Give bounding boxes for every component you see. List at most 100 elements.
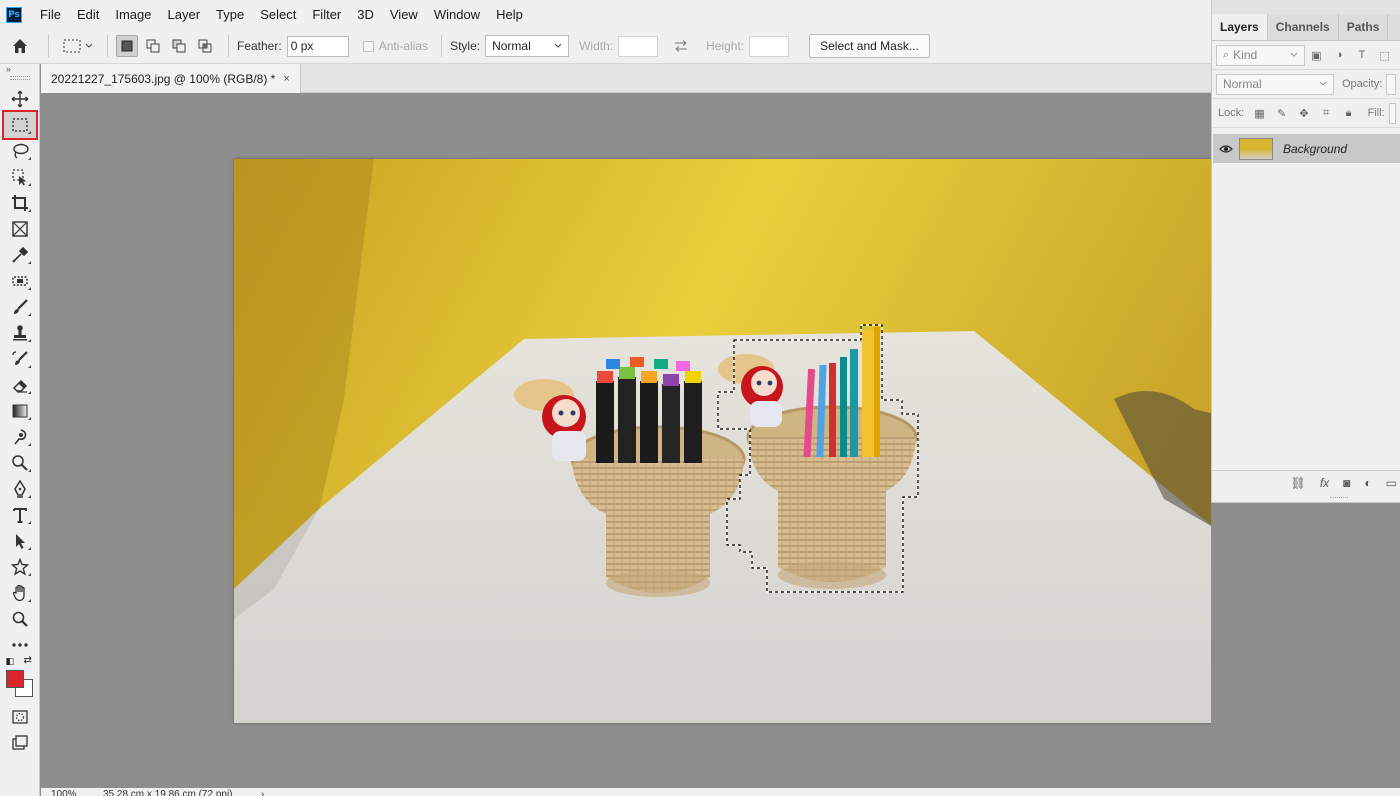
menu-type[interactable]: Type	[208, 0, 252, 29]
menu-layer[interactable]: Layer	[160, 0, 209, 29]
spot-healing-tool[interactable]	[4, 268, 36, 294]
tool-group-indicator	[27, 469, 31, 472]
history-brush-tool[interactable]	[4, 346, 36, 372]
add-to-selection-button[interactable]	[142, 35, 164, 57]
marquee-preset-icon	[63, 39, 81, 53]
menu-help[interactable]: Help	[488, 0, 531, 29]
clone-stamp-tool[interactable]	[4, 320, 36, 346]
subtract-selection-icon	[172, 39, 186, 53]
shape-tool[interactable]	[4, 554, 36, 580]
path-selection-icon	[15, 534, 25, 549]
menu-3d[interactable]: 3D	[349, 0, 382, 29]
dodge-tool[interactable]	[4, 450, 36, 476]
hand-tool[interactable]	[4, 580, 36, 606]
document-tab[interactable]: 20221227_175603.jpg @ 100% (RGB/8) * ×	[41, 64, 301, 93]
lock-artboard-icon[interactable]: ⌗	[1320, 106, 1332, 120]
visibility-eye-icon[interactable]	[1213, 144, 1239, 154]
tool-group-indicator	[27, 365, 31, 368]
quick-mask-button[interactable]	[4, 704, 36, 730]
layer-kind-filter[interactable]: ⌕ Kind	[1216, 44, 1305, 66]
subtract-from-selection-button[interactable]	[168, 35, 190, 57]
separator	[107, 35, 108, 57]
shape-filter-icon[interactable]: ⬚	[1378, 48, 1391, 62]
chevron-down-icon	[554, 43, 562, 48]
eraser-tool[interactable]	[4, 372, 36, 398]
layer-style-icon[interactable]: fx	[1320, 476, 1329, 490]
document-image[interactable]	[234, 159, 1211, 723]
layer-name[interactable]: Background	[1283, 142, 1347, 156]
width-input[interactable]	[618, 35, 659, 57]
color-swatches: ◧ ⇄	[2, 655, 38, 702]
gradient-tool[interactable]	[4, 398, 36, 424]
feather-input[interactable]: 0 px	[286, 35, 349, 57]
tool-preset-picker[interactable]	[57, 39, 99, 53]
quick-mask-icon	[11, 710, 28, 724]
link-layers-icon[interactable]: ⛓	[1291, 476, 1306, 490]
select-and-mask-button[interactable]: Select and Mask...	[809, 34, 930, 58]
brush-tool[interactable]	[4, 294, 36, 320]
fill-input[interactable]	[1388, 102, 1396, 124]
gradient-icon	[12, 404, 27, 418]
lock-transparent-icon[interactable]: ▦	[1253, 106, 1265, 120]
toolbar-grip[interactable]	[9, 76, 30, 80]
menu-file[interactable]: File	[32, 0, 69, 29]
type-filter-icon[interactable]: T	[1355, 48, 1368, 62]
height-input[interactable]	[749, 35, 790, 57]
tab-layers[interactable]: Layers	[1212, 14, 1268, 40]
chevron-down-icon	[1290, 52, 1298, 57]
pixel-filter-icon[interactable]: ▣	[1310, 48, 1323, 62]
canvas-area[interactable]	[41, 94, 1211, 788]
layer-thumbnail	[1239, 137, 1273, 160]
menu-view[interactable]: View	[382, 0, 426, 29]
frame-tool[interactable]	[4, 216, 36, 242]
adjustment-layer-icon[interactable]: ◐	[1364, 476, 1371, 490]
default-colors-icon[interactable]: ◧	[6, 656, 15, 667]
swap-width-height-icon[interactable]	[674, 40, 688, 52]
eyedropper-tool[interactable]	[4, 242, 36, 268]
lasso-tool[interactable]	[4, 138, 36, 164]
new-group-icon[interactable]: ▭	[1386, 476, 1397, 490]
status-menu-arrow[interactable]: ›	[261, 788, 264, 796]
rectangular-marquee-tool[interactable]	[1, 110, 38, 140]
object-selection-tool[interactable]	[4, 164, 36, 190]
menu-filter[interactable]: Filter	[304, 0, 349, 29]
zoom-level[interactable]: 100%	[51, 788, 77, 796]
type-tool[interactable]	[4, 502, 36, 528]
new-selection-button[interactable]	[116, 35, 138, 57]
opacity-input[interactable]	[1386, 73, 1396, 95]
close-tab-icon[interactable]: ×	[283, 73, 289, 85]
panel-resize-grip[interactable]	[1330, 497, 1348, 501]
antialias-checkbox[interactable]	[362, 40, 374, 52]
lock-all-icon[interactable]: 🔒︎	[1342, 106, 1354, 120]
tab-paths[interactable]: Paths	[1339, 14, 1389, 40]
lock-position-icon[interactable]: ✥	[1298, 106, 1310, 120]
separator	[441, 35, 443, 57]
blend-mode-select[interactable]: Normal	[1216, 73, 1334, 95]
crop-tool[interactable]	[4, 190, 36, 216]
swap-colors-icon[interactable]: ⇄	[24, 655, 32, 666]
collapse-toolbar-icon[interactable]: »	[0, 64, 39, 76]
pen-tool[interactable]	[4, 476, 36, 502]
panel-grip[interactable]	[1212, 0, 1400, 14]
adjustment-filter-icon[interactable]: ◑	[1333, 48, 1346, 62]
menu-select[interactable]: Select	[252, 0, 304, 29]
blur-tool[interactable]	[4, 424, 36, 450]
pen-icon	[13, 480, 26, 498]
tab-channels[interactable]: Channels	[1268, 14, 1339, 40]
zoom-tool[interactable]	[4, 606, 36, 632]
intersect-selection-button[interactable]	[194, 35, 216, 57]
add-mask-icon[interactable]: ◙	[1343, 476, 1350, 490]
stamp-icon	[12, 325, 27, 341]
path-selection-tool[interactable]	[4, 528, 36, 554]
menu-window[interactable]: Window	[426, 0, 488, 29]
lock-image-icon[interactable]: ✎	[1276, 106, 1288, 120]
layer-row-background[interactable]: Background	[1213, 134, 1400, 163]
foreground-color-swatch[interactable]	[5, 670, 24, 688]
move-tool[interactable]	[4, 86, 36, 112]
menu-edit[interactable]: Edit	[69, 0, 107, 29]
menu-image[interactable]: Image	[107, 0, 159, 29]
screen-mode-button[interactable]	[4, 730, 36, 756]
tool-group-indicator	[27, 339, 31, 342]
home-button[interactable]	[0, 37, 40, 55]
style-select[interactable]: Normal	[485, 35, 570, 57]
